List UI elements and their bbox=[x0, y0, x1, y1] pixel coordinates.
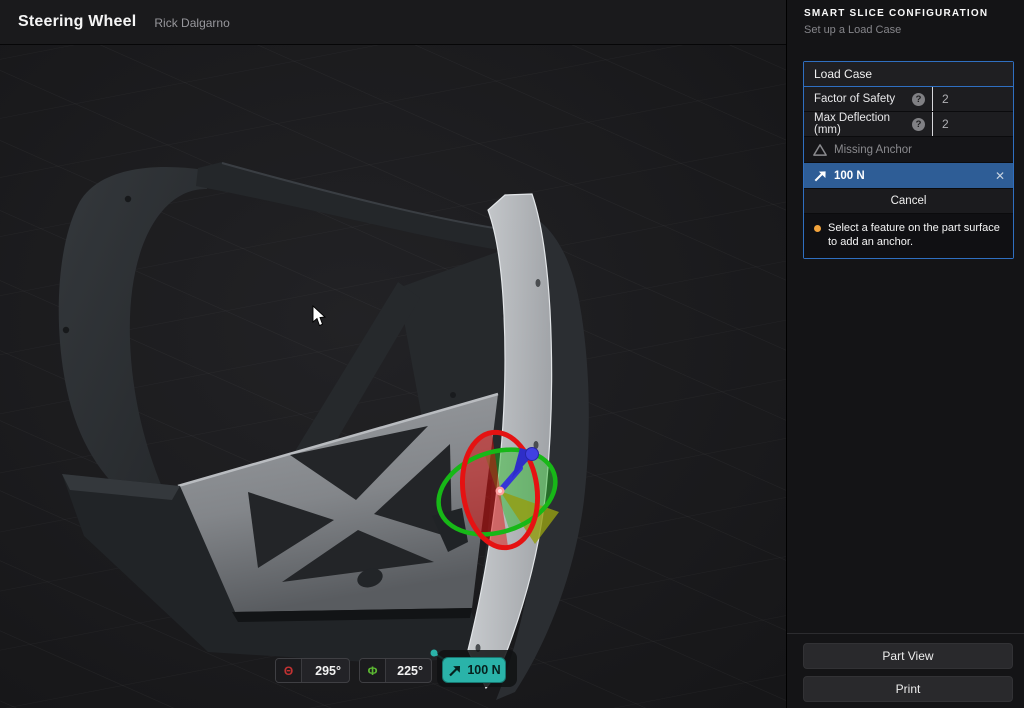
missing-anchor-row[interactable]: Missing Anchor bbox=[804, 137, 1013, 163]
load-arrow-icon bbox=[812, 169, 828, 183]
help-icon[interactable]: ? bbox=[912, 118, 925, 131]
sidebar-divider bbox=[787, 633, 1024, 634]
warning-triangle-icon bbox=[812, 143, 828, 157]
max-deflection-label: Max Deflection (mm) bbox=[804, 112, 912, 136]
max-deflection-row: Max Deflection (mm) ? 2 bbox=[804, 112, 1013, 137]
load-arrow-icon bbox=[447, 663, 462, 678]
viewport-3d[interactable] bbox=[0, 45, 786, 708]
part-view-button[interactable]: Part View bbox=[803, 643, 1013, 669]
load-item-label: 100 N bbox=[834, 170, 995, 182]
sidebar: SMART SLICE CONFIGURATION Set up a Load … bbox=[786, 0, 1024, 708]
sidebar-title: SMART SLICE CONFIGURATION bbox=[804, 8, 988, 19]
load-magnitude-badge[interactable]: 100 N bbox=[442, 657, 506, 683]
panel-title: Load Case bbox=[804, 62, 1013, 87]
max-deflection-input[interactable]: 2 bbox=[932, 112, 1013, 136]
factor-of-safety-row: Factor of Safety ? 2 bbox=[804, 87, 1013, 112]
close-icon[interactable]: ✕ bbox=[995, 169, 1005, 183]
load-item-row-selected[interactable]: 100 N ✕ bbox=[804, 163, 1013, 189]
warning-dot-icon bbox=[814, 225, 821, 232]
load-badge-label: 100 N bbox=[467, 663, 500, 677]
anchor-hint: Select a feature on the part surface to … bbox=[804, 214, 1013, 258]
rotation-theta-input[interactable]: Θ 295° bbox=[275, 658, 350, 683]
top-bar: Steering Wheel Rick Dalgarno bbox=[0, 0, 786, 45]
cancel-button[interactable]: Cancel bbox=[804, 189, 1013, 214]
rotation-phi-input[interactable]: Φ 225° bbox=[359, 658, 432, 683]
author-name: Rick Dalgarno bbox=[154, 16, 229, 30]
anchor-hint-text: Select a feature on the part surface to … bbox=[828, 221, 1000, 249]
load-case-panel: Load Case Factor of Safety ? 2 Max Defle… bbox=[803, 61, 1014, 259]
theta-icon: Θ bbox=[276, 659, 302, 682]
factor-of-safety-label: Factor of Safety bbox=[804, 93, 912, 105]
sidebar-subtitle: Set up a Load Case bbox=[804, 24, 901, 36]
theta-value[interactable]: 295° bbox=[302, 659, 349, 682]
phi-value[interactable]: 225° bbox=[386, 659, 431, 682]
page-title: Steering Wheel bbox=[18, 13, 136, 31]
viewport-container: Θ 295° Φ 225° 100 N bbox=[0, 45, 786, 708]
print-button[interactable]: Print bbox=[803, 676, 1013, 702]
missing-anchor-label: Missing Anchor bbox=[834, 144, 912, 156]
factor-of-safety-input[interactable]: 2 bbox=[932, 87, 1013, 111]
phi-icon: Φ bbox=[360, 659, 386, 682]
help-icon[interactable]: ? bbox=[912, 93, 925, 106]
